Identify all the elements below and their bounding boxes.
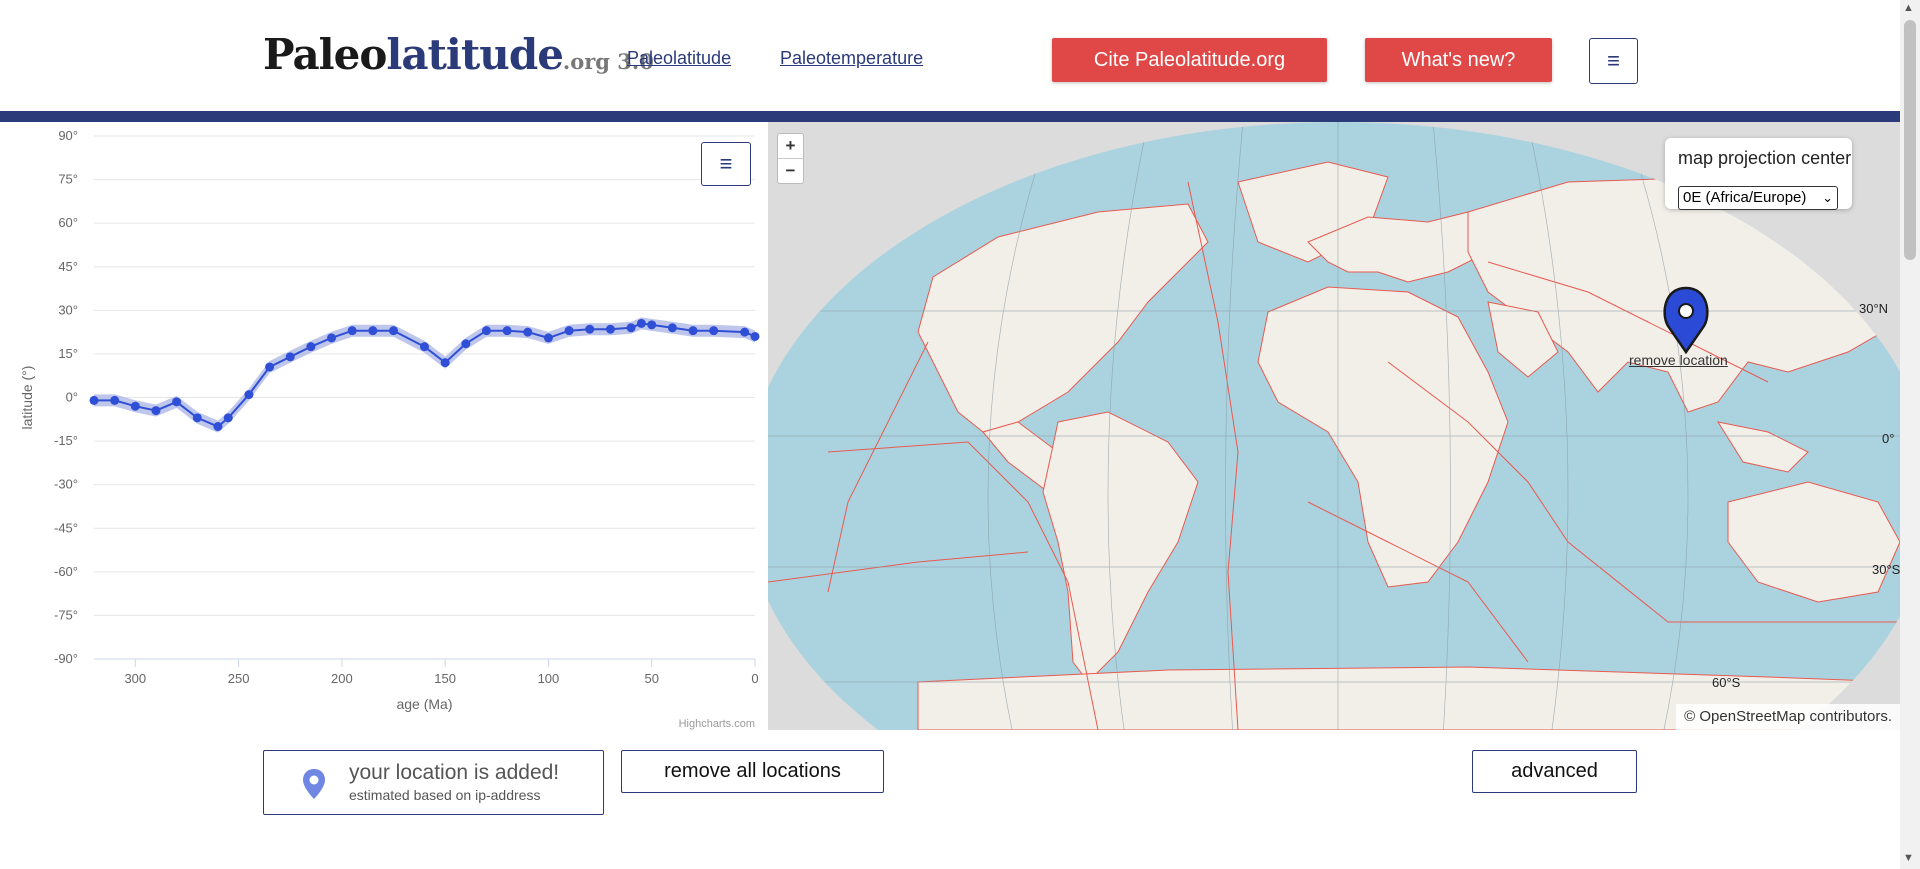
projection-select[interactable]: 0E (Africa/Europe) ⌄ — [1678, 186, 1838, 210]
y-tick-label: -75° — [54, 607, 78, 622]
logo-accent: latitude — [386, 30, 564, 79]
data-point — [244, 390, 254, 400]
projection-center-panel: map projection center 0E (Africa/Europe)… — [1665, 138, 1852, 210]
data-point — [151, 406, 161, 416]
zoom-control: + − — [777, 133, 804, 184]
paleolatitude-chart: 90° 75° 60° 45° 30° 15° 0° -15° -30° -45° -60° -75°… — [0, 122, 767, 730]
y-tick-label: -15° — [54, 433, 78, 448]
y-tick-label: -60° — [54, 564, 78, 579]
y-tick-label: 15° — [58, 346, 78, 361]
grid-label-60s: 60°S — [1712, 675, 1741, 690]
cite-button[interactable]: Cite Paleolatitude.org — [1052, 38, 1327, 82]
x-tick-label: 100 — [538, 671, 560, 686]
scroll-up-arrow-icon[interactable]: ▲ — [1903, 2, 1914, 14]
x-axis-title: age (Ma) — [396, 696, 452, 712]
map-canvas[interactable] — [768, 122, 1900, 730]
data-point — [688, 326, 698, 336]
data-point — [523, 327, 533, 337]
location-status-title: your location is added! — [349, 761, 560, 784]
grid-label-30s: 30°S — [1872, 562, 1900, 577]
y-tick-label: -45° — [54, 520, 78, 535]
data-point — [130, 401, 140, 411]
hamburger-icon: ≡ — [719, 151, 733, 176]
nav-paleotemperature[interactable]: Paleotemperature — [780, 48, 923, 69]
chart-credit: Highcharts.com — [679, 718, 755, 730]
y-tick-label: 75° — [58, 172, 78, 187]
data-point — [605, 324, 615, 334]
grid-label-0: 0° — [1882, 431, 1895, 446]
data-point — [543, 333, 553, 343]
location-status-box: your location is added! estimated based … — [263, 750, 604, 815]
main-menu-button[interactable]: ≡ — [1589, 38, 1638, 84]
page-scrollbar[interactable]: ▲ ▼ — [1900, 0, 1920, 869]
data-point — [709, 326, 719, 336]
remove-all-locations-button[interactable]: remove all locations — [621, 750, 884, 793]
location-status-subtitle: estimated based on ip-address — [349, 787, 541, 803]
data-point — [564, 326, 574, 336]
data-point — [502, 326, 512, 336]
advanced-button[interactable]: advanced — [1472, 750, 1637, 793]
data-point — [636, 318, 646, 328]
data-point — [285, 352, 295, 362]
data-point — [192, 413, 202, 423]
data-point — [89, 395, 99, 405]
data-point — [750, 331, 760, 341]
x-tick-label: 250 — [228, 671, 250, 686]
data-point — [172, 397, 182, 407]
data-point — [306, 342, 316, 352]
chevron-down-icon: ⌄ — [1822, 190, 1833, 205]
data-point — [347, 326, 357, 336]
data-point — [368, 326, 378, 336]
logo-main: Paleo — [263, 30, 387, 79]
data-point — [740, 327, 750, 337]
data-point — [110, 395, 120, 405]
y-tick-label: 90° — [58, 128, 78, 143]
x-tick-label: 300 — [124, 671, 146, 686]
site-logo[interactable]: Paleolatitude.org 3.0 — [263, 30, 654, 79]
zoom-in-button[interactable]: + — [778, 134, 803, 158]
nav-paleolatitude[interactable]: Paleolatitude — [627, 48, 731, 69]
y-tick-label: 0° — [66, 390, 78, 405]
data-point — [585, 324, 595, 334]
x-tick-label: 150 — [434, 671, 456, 686]
data-point — [265, 362, 275, 372]
y-tick-label: 30° — [58, 302, 78, 317]
x-tick-label: 50 — [644, 671, 658, 686]
data-point — [327, 333, 337, 343]
chart-menu-button[interactable]: ≡ — [701, 142, 751, 186]
map-pin-icon — [303, 769, 325, 799]
chart-svg: 90° 75° 60° 45° 30° 15° 0° -15° -30° -45° -60° -75°… — [19, 128, 760, 730]
zoom-out-button[interactable]: − — [778, 158, 803, 183]
data-point — [440, 358, 450, 368]
header-divider-bar — [0, 111, 1900, 122]
scroll-thumb[interactable] — [1904, 20, 1916, 260]
data-point — [667, 323, 677, 333]
data-point — [481, 326, 491, 336]
data-point — [420, 342, 429, 352]
hamburger-icon: ≡ — [1607, 48, 1620, 73]
y-axis-title: latitude (°) — [19, 366, 35, 430]
x-tick-label: 200 — [331, 671, 353, 686]
x-tick-label: 0 — [751, 671, 758, 686]
map-attribution: © OpenStreetMap contributors. — [1676, 704, 1900, 730]
projection-value: 0E (Africa/Europe) — [1683, 189, 1807, 206]
data-point — [223, 413, 233, 423]
data-point — [626, 323, 636, 333]
plate-map[interactable]: + − map projection center 0E (Africa/Eur… — [768, 122, 1900, 730]
data-point — [389, 326, 399, 336]
grid-label-30n: 30°N — [1859, 301, 1889, 316]
data-point — [647, 320, 657, 330]
data-point — [213, 422, 223, 432]
scroll-down-arrow-icon[interactable]: ▼ — [1903, 852, 1914, 864]
site-header: Paleolatitude.org 3.0 Paleolatitude Pale… — [0, 0, 1900, 111]
data-point — [461, 339, 471, 349]
projection-label: map projection center — [1678, 148, 1852, 168]
y-tick-label: 60° — [58, 215, 78, 230]
y-tick-label: -30° — [54, 477, 78, 492]
y-tick-label: -90° — [54, 651, 78, 666]
whats-new-button[interactable]: What's new? — [1365, 38, 1552, 82]
remove-location-link[interactable]: remove location — [1629, 352, 1728, 368]
y-tick-label: 45° — [58, 259, 78, 274]
